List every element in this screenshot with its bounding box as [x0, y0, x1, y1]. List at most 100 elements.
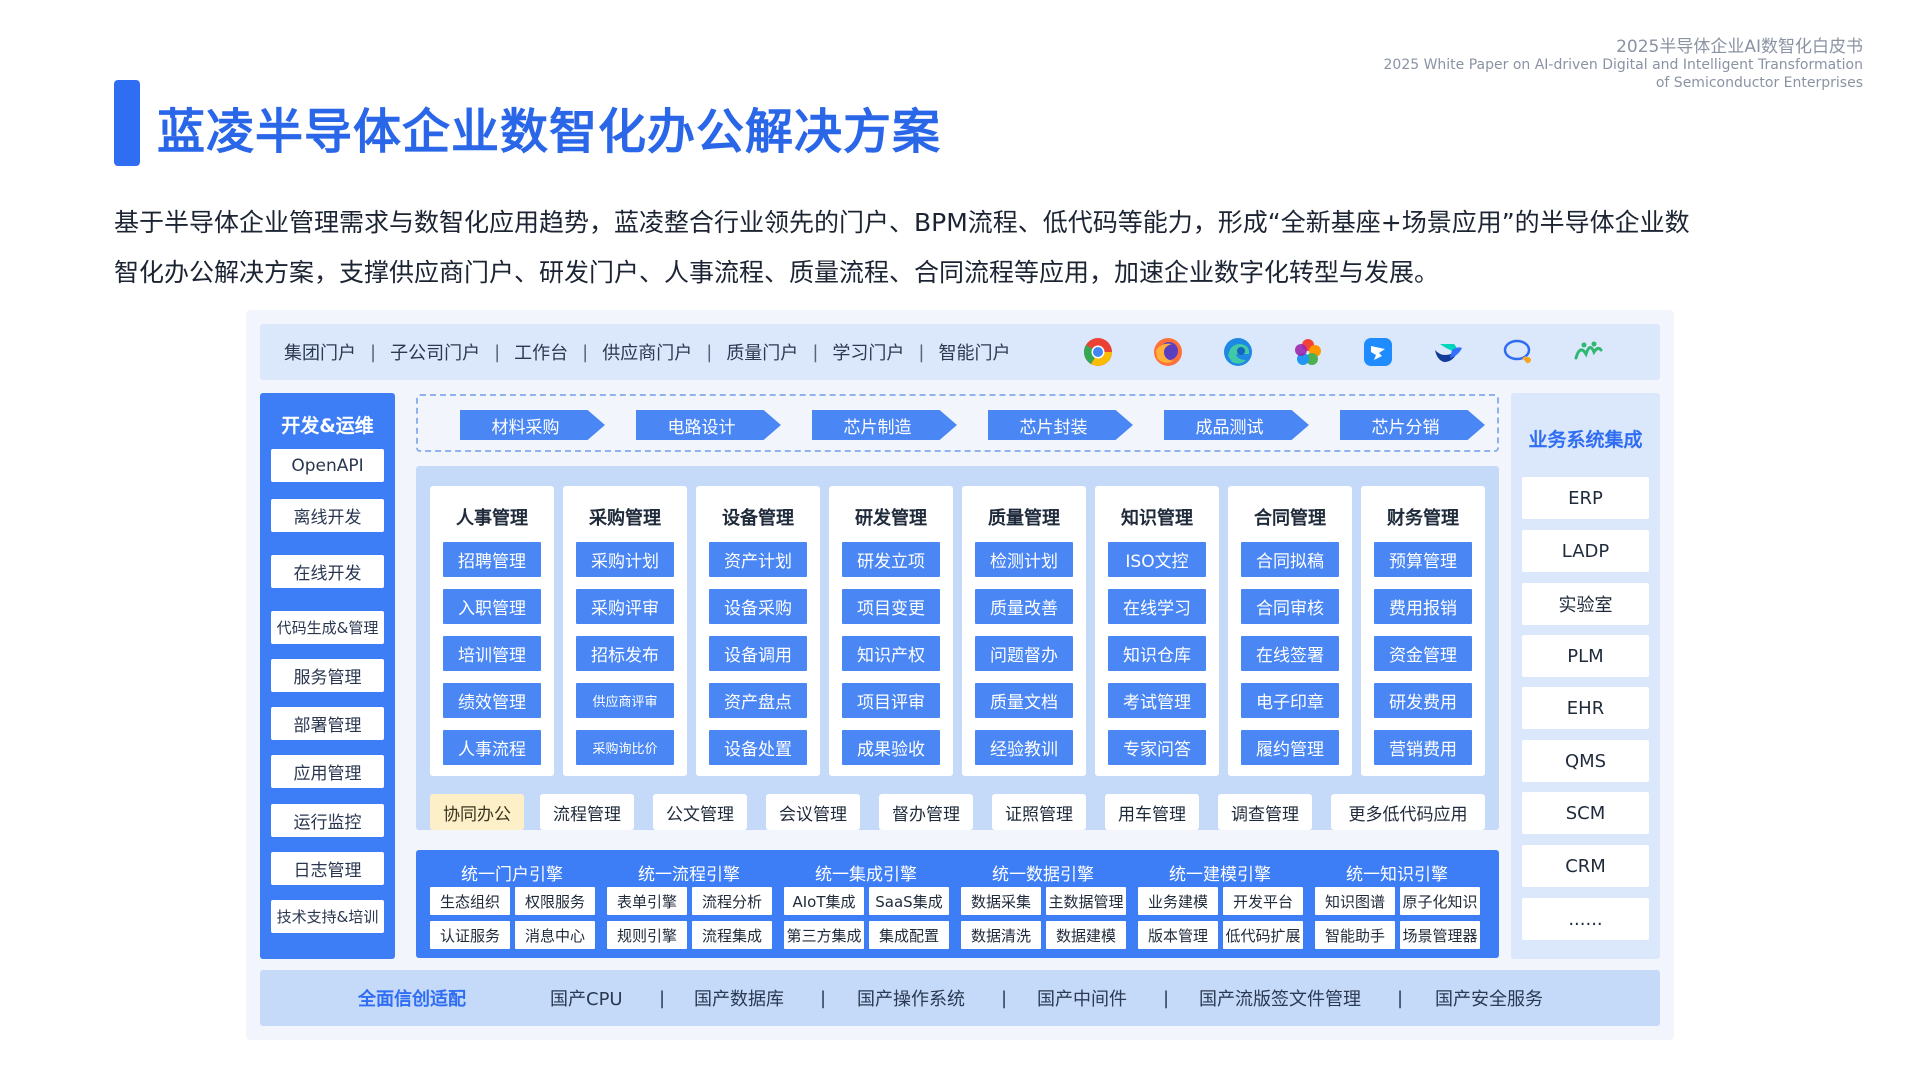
portal-item-smart[interactable]: 智能门户: [938, 339, 1010, 365]
feishu-icon[interactable]: [1432, 336, 1464, 368]
module-item[interactable]: 考试管理: [1108, 683, 1206, 718]
module-item[interactable]: 费用报销: [1374, 589, 1472, 624]
engine-item[interactable]: 第三方集成: [784, 921, 864, 949]
system-item[interactable]: SCM: [1522, 792, 1649, 834]
engine-item[interactable]: 生态组织: [430, 887, 510, 915]
system-item[interactable]: EHR: [1522, 687, 1649, 729]
dev-ops-item[interactable]: 应用管理: [271, 755, 384, 788]
collab-item[interactable]: 调查管理: [1218, 794, 1312, 830]
dev-ops-item[interactable]: 日志管理: [271, 852, 384, 885]
module-item[interactable]: 预算管理: [1374, 542, 1472, 577]
module-item[interactable]: 合同审核: [1241, 589, 1339, 624]
engine-item[interactable]: 流程集成: [692, 921, 772, 949]
collab-item-highlight[interactable]: 协同办公: [430, 794, 524, 830]
engine-item[interactable]: 规则引擎: [607, 921, 687, 949]
dev-ops-item[interactable]: 运行监控: [271, 804, 384, 837]
petal-icon[interactable]: [1292, 336, 1324, 368]
dev-ops-item[interactable]: 代码生成&管理: [271, 611, 384, 644]
engine-item[interactable]: 权限服务: [515, 887, 595, 915]
engine-item[interactable]: 业务建模: [1138, 887, 1218, 915]
module-item[interactable]: 人事流程: [443, 730, 541, 765]
engine-item[interactable]: 认证服务: [430, 921, 510, 949]
collab-item[interactable]: 会议管理: [766, 794, 860, 830]
system-item[interactable]: CRM: [1522, 845, 1649, 887]
engine-item[interactable]: 集成配置: [869, 921, 949, 949]
collab-item[interactable]: 用车管理: [1105, 794, 1199, 830]
module-item[interactable]: 入职管理: [443, 589, 541, 624]
dev-ops-item[interactable]: 部署管理: [271, 707, 384, 740]
engine-item[interactable]: 主数据管理: [1046, 887, 1126, 915]
engine-item[interactable]: 智能助手: [1315, 921, 1395, 949]
system-item[interactable]: QMS: [1522, 740, 1649, 782]
collab-item[interactable]: 督办管理: [879, 794, 973, 830]
engine-item[interactable]: 消息中心: [515, 921, 595, 949]
module-item[interactable]: 设备采购: [709, 589, 807, 624]
module-item[interactable]: 设备调用: [709, 636, 807, 671]
collab-item[interactable]: 公文管理: [653, 794, 747, 830]
portal-item-supplier[interactable]: 供应商门户: [602, 339, 692, 365]
collab-item[interactable]: 证照管理: [992, 794, 1086, 830]
module-item[interactable]: 在线签署: [1241, 636, 1339, 671]
engine-item[interactable]: 知识图谱: [1315, 887, 1395, 915]
process-step[interactable]: 芯片封装: [988, 410, 1133, 440]
module-item[interactable]: 采购计划: [576, 542, 674, 577]
module-item[interactable]: 培训管理: [443, 636, 541, 671]
module-item[interactable]: 研发立项: [842, 542, 940, 577]
portal-item-quality[interactable]: 质量门户: [726, 339, 798, 365]
system-item-more[interactable]: ......: [1522, 898, 1649, 940]
module-item[interactable]: 检测计划: [975, 542, 1073, 577]
system-item[interactable]: 实验室: [1522, 583, 1649, 625]
system-item[interactable]: LADP: [1522, 530, 1649, 572]
module-item[interactable]: 成果验收: [842, 730, 940, 765]
engine-item[interactable]: AIoT集成: [784, 887, 864, 915]
engine-item[interactable]: SaaS集成: [869, 887, 949, 915]
module-item[interactable]: 资产盘点: [709, 683, 807, 718]
module-item[interactable]: 供应商评审: [576, 683, 674, 718]
portal-item-workbench[interactable]: 工作台: [514, 339, 568, 365]
module-item[interactable]: ISO文控: [1108, 542, 1206, 577]
chat-bubble-icon[interactable]: [1502, 336, 1534, 368]
portal-item-group[interactable]: 集团门户: [284, 339, 356, 365]
engine-item[interactable]: 数据建模: [1046, 921, 1126, 949]
collab-item[interactable]: 流程管理: [540, 794, 634, 830]
engine-item[interactable]: 场景管理器: [1400, 921, 1480, 949]
firefox-icon[interactable]: [1152, 336, 1184, 368]
module-item[interactable]: 资金管理: [1374, 636, 1472, 671]
engine-item[interactable]: 数据清洗: [961, 921, 1041, 949]
process-step[interactable]: 成品测试: [1164, 410, 1309, 440]
dev-ops-item[interactable]: 在线开发: [271, 555, 384, 588]
engine-item[interactable]: 表单引擎: [607, 887, 687, 915]
dev-ops-item[interactable]: 服务管理: [271, 659, 384, 692]
module-item[interactable]: 问题督办: [975, 636, 1073, 671]
dev-ops-item[interactable]: 离线开发: [271, 499, 384, 532]
portal-item-subsidiary[interactable]: 子公司门户: [390, 339, 480, 365]
module-item[interactable]: 资产计划: [709, 542, 807, 577]
collab-item[interactable]: 更多低代码应用: [1331, 794, 1485, 830]
process-step[interactable]: 芯片制造: [812, 410, 957, 440]
engine-item[interactable]: 版本管理: [1138, 921, 1218, 949]
module-item[interactable]: 专家问答: [1108, 730, 1206, 765]
module-item[interactable]: 在线学习: [1108, 589, 1206, 624]
dev-ops-item[interactable]: 技术支持&培训: [271, 900, 384, 933]
dingtalk-icon[interactable]: [1362, 336, 1394, 368]
engine-item[interactable]: 原子化知识: [1400, 887, 1480, 915]
process-step[interactable]: 芯片分销: [1340, 410, 1485, 440]
portal-item-learning[interactable]: 学习门户: [832, 339, 904, 365]
module-item[interactable]: 电子印章: [1241, 683, 1339, 718]
process-step[interactable]: 材料采购: [460, 410, 605, 440]
module-item[interactable]: 招聘管理: [443, 542, 541, 577]
dev-ops-item[interactable]: OpenAPI: [271, 449, 384, 482]
module-item[interactable]: 设备处置: [709, 730, 807, 765]
module-item[interactable]: 经验教训: [975, 730, 1073, 765]
chrome-icon[interactable]: [1082, 336, 1114, 368]
edge-icon[interactable]: [1222, 336, 1254, 368]
module-item[interactable]: 质量文档: [975, 683, 1073, 718]
engine-item[interactable]: 数据采集: [961, 887, 1041, 915]
engine-item[interactable]: 开发平台: [1223, 887, 1303, 915]
module-item[interactable]: 质量改善: [975, 589, 1073, 624]
process-step[interactable]: 电路设计: [636, 410, 781, 440]
system-item[interactable]: PLM: [1522, 635, 1649, 677]
module-item[interactable]: 合同拟稿: [1241, 542, 1339, 577]
module-item[interactable]: 履约管理: [1241, 730, 1339, 765]
module-item[interactable]: 绩效管理: [443, 683, 541, 718]
